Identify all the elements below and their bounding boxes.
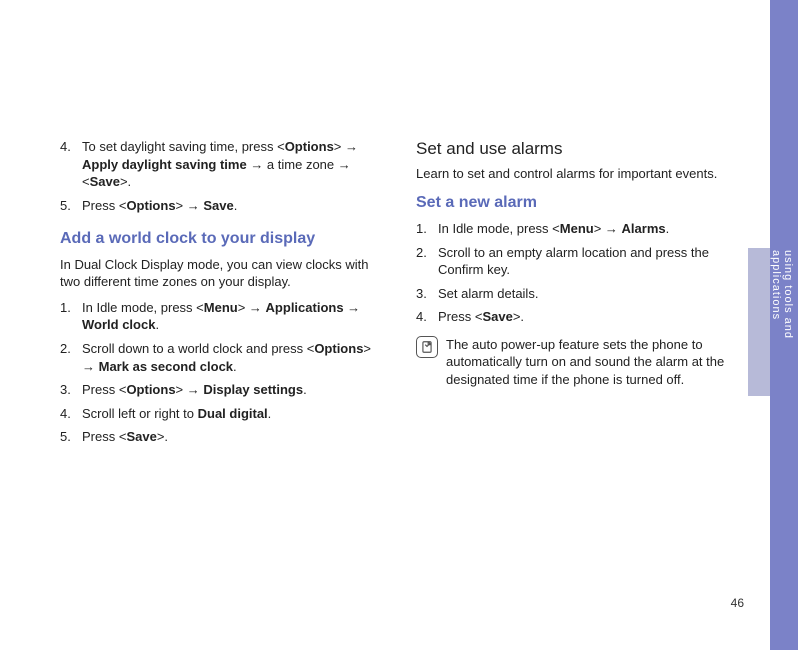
list-item: 2. Scroll down to a world clock and pres… [60, 340, 384, 375]
text: Press < [82, 198, 126, 213]
list-item: 3. Press <Options> → Display settings. [60, 381, 384, 399]
text: . [268, 406, 272, 421]
text: In Idle mode, press < [82, 300, 204, 315]
step-text: Scroll to an empty alarm location and pr… [438, 244, 740, 279]
step-text: Press <Options> → Display settings. [82, 381, 384, 399]
list-item: 4. Scroll left or right to Dual digital. [60, 405, 384, 423]
text: Press < [82, 382, 126, 397]
text: → [344, 300, 361, 315]
list-item: 1. In Idle mode, press <Menu> → Applicat… [60, 299, 384, 334]
key: Save [203, 198, 233, 213]
key: Mark as second clock [99, 359, 233, 374]
key: Dual digital [198, 406, 268, 421]
manual-page: using tools and applications 4. To set d… [0, 0, 798, 650]
heading-add-world-clock: Add a world clock to your display [60, 228, 384, 250]
text: > → [334, 139, 358, 154]
key: Save [482, 309, 512, 324]
step-number: 2. [60, 340, 82, 375]
text: Scroll down to a world clock and press < [82, 341, 314, 356]
key: Save [126, 429, 156, 444]
step-number: 5. [60, 428, 82, 446]
text: Press < [82, 429, 126, 444]
text: >. [120, 174, 131, 189]
step-text: Scroll left or right to Dual digital. [82, 405, 384, 423]
key: Options [126, 382, 175, 397]
note-icon [416, 336, 438, 358]
page-number: 46 [731, 596, 744, 610]
list-item: 3. Set alarm details. [416, 285, 740, 303]
key: Options [126, 198, 175, 213]
text: . [155, 317, 159, 332]
step-text: In Idle mode, press <Menu> → Application… [82, 299, 384, 334]
text: In Idle mode, press < [438, 221, 560, 236]
key: World clock [82, 317, 155, 332]
key: Menu [560, 221, 594, 236]
step-number: 3. [60, 381, 82, 399]
note-block: The auto power-up feature sets the phone… [416, 336, 740, 389]
key: Display settings [203, 382, 303, 397]
step-text: To set daylight saving time, press <Opti… [82, 138, 384, 191]
step-number: 1. [60, 299, 82, 334]
list-item: 5. Press <Options> → Save. [60, 197, 384, 215]
key: Options [314, 341, 363, 356]
side-accent-tab [748, 248, 770, 396]
step-number: 1. [416, 220, 438, 238]
text: . [233, 359, 237, 374]
key: Save [90, 174, 120, 189]
right-column: Set and use alarms Learn to set and cont… [416, 138, 740, 452]
key: Alarms [622, 221, 666, 236]
heading-set-alarms: Set and use alarms [416, 138, 740, 161]
step-number: 3. [416, 285, 438, 303]
step-text: Press <Options> → Save. [82, 197, 384, 215]
note-text: The auto power-up feature sets the phone… [446, 336, 740, 389]
list-item: 4. Press <Save>. [416, 308, 740, 326]
step-number: 2. [416, 244, 438, 279]
steps-new-alarm: 1. In Idle mode, press <Menu> → Alarms. … [416, 220, 740, 326]
text: > → [176, 382, 204, 397]
section-label: using tools and applications [774, 250, 794, 410]
step-text: Press <Save>. [82, 428, 384, 446]
text: Scroll left or right to [82, 406, 198, 421]
paragraph: Learn to set and control alarms for impo… [416, 165, 740, 183]
text: . [303, 382, 307, 397]
steps-world-clock: 1. In Idle mode, press <Menu> → Applicat… [60, 299, 384, 446]
text: >. [513, 309, 524, 324]
list-item: 1. In Idle mode, press <Menu> → Alarms. [416, 220, 740, 238]
text: . [666, 221, 670, 236]
left-column: 4. To set daylight saving time, press <O… [60, 138, 384, 452]
text: > → [594, 221, 622, 236]
steps-daylight: 4. To set daylight saving time, press <O… [60, 138, 384, 214]
paragraph: In Dual Clock Display mode, you can view… [60, 256, 384, 291]
key: Apply daylight saving time [82, 157, 247, 172]
text: > → [176, 198, 204, 213]
step-text: Scroll down to a world clock and press <… [82, 340, 384, 375]
list-item: 2. Scroll to an empty alarm location and… [416, 244, 740, 279]
step-number: 4. [60, 138, 82, 191]
key: Menu [204, 300, 238, 315]
step-text: Press <Save>. [438, 308, 740, 326]
key: Options [285, 139, 334, 154]
list-item: 5. Press <Save>. [60, 428, 384, 446]
step-text: Set alarm details. [438, 285, 740, 303]
text: > → [238, 300, 266, 315]
key: Applications [266, 300, 344, 315]
step-number: 4. [60, 405, 82, 423]
list-item: 4. To set daylight saving time, press <O… [60, 138, 384, 191]
text: Press < [438, 309, 482, 324]
text: >. [157, 429, 168, 444]
content-area: 4. To set daylight saving time, press <O… [60, 138, 740, 452]
text: To set daylight saving time, press < [82, 139, 285, 154]
step-number: 4. [416, 308, 438, 326]
heading-new-alarm: Set a new alarm [416, 192, 740, 214]
text: . [234, 198, 238, 213]
step-text: In Idle mode, press <Menu> → Alarms. [438, 220, 740, 238]
step-number: 5. [60, 197, 82, 215]
